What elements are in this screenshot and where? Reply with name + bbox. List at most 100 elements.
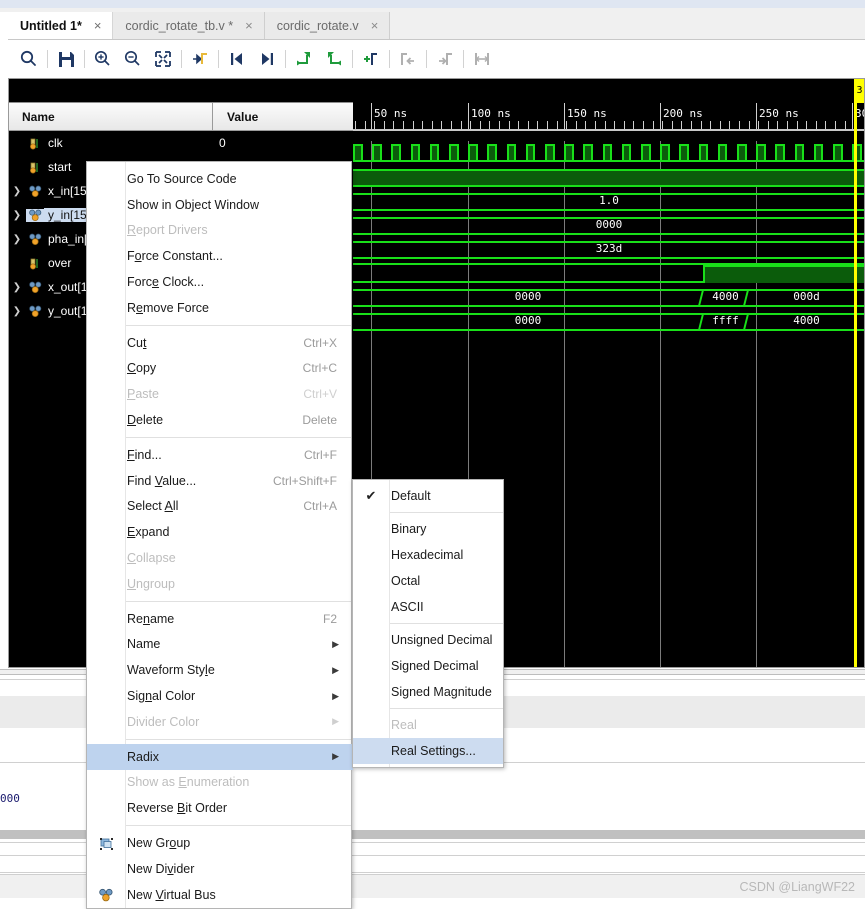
menu-item-show-as-enumeration: Show as Enumeration bbox=[87, 770, 351, 796]
menu-item-show-in-object-window[interactable]: Show in Object Window bbox=[87, 192, 351, 218]
menu-item-label: Select All bbox=[127, 499, 179, 514]
waveform-cursor[interactable] bbox=[854, 103, 857, 668]
save-icon[interactable] bbox=[51, 44, 81, 74]
column-header-value[interactable]: Value bbox=[213, 103, 353, 131]
add-marker-left-icon[interactable] bbox=[289, 44, 319, 74]
menu-item-new-divider[interactable]: New Divider bbox=[87, 856, 351, 882]
menu-item-new-group[interactable]: New Group bbox=[87, 830, 351, 856]
radix-item-octal[interactable]: Octal bbox=[353, 568, 503, 594]
ruler-minor-tick bbox=[710, 121, 711, 129]
radix-item-real-settings[interactable]: Real Settings... bbox=[353, 738, 503, 764]
menu-item-force-constant[interactable]: Force Constant... bbox=[87, 243, 351, 269]
radix-item-signed-magnitude[interactable]: Signed Magnitude bbox=[353, 679, 503, 705]
submenu-separator bbox=[389, 512, 503, 513]
menu-item-remove-force[interactable]: Remove Force bbox=[87, 295, 351, 321]
menu-item-label: Paste bbox=[127, 387, 159, 402]
menu-item-force-clock[interactable]: Force Clock... bbox=[87, 269, 351, 295]
add-marker-icon[interactable] bbox=[356, 44, 386, 74]
ruler-minor-tick bbox=[768, 121, 769, 129]
ruler-minor-tick bbox=[509, 121, 510, 129]
wave-row-x_out: 0000 4000 000d bbox=[353, 286, 865, 310]
menu-item-find-value[interactable]: Find Value... Ctrl+Shift+F bbox=[87, 468, 351, 494]
menu-item-rename[interactable]: Rename F2 bbox=[87, 606, 351, 632]
menu-item-signal-color[interactable]: Signal Color ▶ bbox=[87, 683, 351, 709]
ruler-major-tick bbox=[371, 103, 372, 129]
menu-item-gutter bbox=[87, 795, 125, 821]
menu-item-go-to-source-code[interactable]: Go To Source Code bbox=[87, 166, 351, 192]
lower-left-value: 000 bbox=[0, 792, 20, 805]
add-marker-right-icon[interactable] bbox=[319, 44, 349, 74]
menu-item-name[interactable]: Name ▶ bbox=[87, 632, 351, 658]
tab-close-icon[interactable]: × bbox=[369, 18, 381, 33]
ruler-minor-tick bbox=[758, 121, 759, 129]
bus-value-text: ffff bbox=[712, 314, 739, 327]
ruler-tick-label: 100 ns bbox=[471, 107, 511, 120]
zoom-fit-icon[interactable] bbox=[148, 44, 178, 74]
expand-chevron-icon[interactable]: ❯ bbox=[8, 186, 26, 197]
time-ruler[interactable]: 50 ns100 ns150 ns200 ns250 ns300 bbox=[353, 103, 865, 141]
signal-row-clk[interactable]: clk 0 bbox=[8, 131, 353, 155]
next-edge-icon[interactable] bbox=[430, 44, 460, 74]
expand-chevron-icon[interactable]: ❯ bbox=[8, 282, 26, 293]
ruler-minor-tick bbox=[374, 121, 375, 129]
menu-item-gutter bbox=[87, 657, 125, 683]
menu-item-copy[interactable]: Copy Ctrl+C bbox=[87, 356, 351, 382]
menu-item-cut[interactable]: Cut Ctrl+X bbox=[87, 330, 351, 356]
ruler-minor-tick bbox=[681, 121, 682, 129]
expand-chevron-icon[interactable]: ❯ bbox=[8, 306, 26, 317]
radix-item-unsigned-decimal[interactable]: Unsigned Decimal bbox=[353, 627, 503, 653]
tab-close-icon[interactable]: × bbox=[92, 18, 104, 33]
tab-0[interactable]: Untitled 1* × bbox=[8, 12, 114, 39]
ruler-minor-tick bbox=[441, 121, 442, 129]
menu-item-new-virtual-bus[interactable]: New Virtual Bus bbox=[87, 882, 351, 908]
menu-item-label: Show in Object Window bbox=[127, 197, 260, 212]
radix-item-default[interactable]: ✔ Default bbox=[353, 483, 503, 509]
zoom-out-icon[interactable] bbox=[118, 44, 148, 74]
menu-item-gutter bbox=[87, 192, 125, 218]
previous-transition-icon[interactable] bbox=[222, 44, 252, 74]
radix-submenu[interactable]: ✔ Default Binary Hexadecimal Octal ASCII Unsig… bbox=[352, 479, 504, 768]
signal-context-menu[interactable]: Go To Source Code Show in Object Window Re… bbox=[86, 161, 353, 909]
column-header-name[interactable]: Name bbox=[8, 103, 213, 131]
menu-item-delete[interactable]: Delete Delete bbox=[87, 407, 351, 433]
go-to-time-icon[interactable] bbox=[185, 44, 215, 74]
menu-item-label: Go To Source Code bbox=[127, 171, 237, 186]
menu-item-expand[interactable]: Expand bbox=[87, 519, 351, 545]
tab-2[interactable]: cordic_rotate.v × bbox=[264, 12, 391, 39]
radix-item-binary[interactable]: Binary bbox=[353, 516, 503, 542]
bus-value-text: 000d bbox=[793, 290, 820, 303]
bus-signal-icon bbox=[26, 185, 44, 198]
ruler-minor-tick bbox=[528, 121, 529, 129]
radix-item-signed-decimal[interactable]: Signed Decimal bbox=[353, 653, 503, 679]
expand-chevron-icon[interactable]: ❯ bbox=[8, 210, 26, 221]
menu-item-waveform-style[interactable]: Waveform Style ▶ bbox=[87, 657, 351, 683]
radix-item-label: Real bbox=[391, 718, 417, 732]
radix-item-label: Real Settings... bbox=[391, 744, 476, 758]
search-icon[interactable] bbox=[14, 44, 44, 74]
ruler-minor-tick bbox=[422, 121, 423, 129]
ruler-minor-tick bbox=[605, 121, 606, 129]
tab-close-icon[interactable]: × bbox=[243, 18, 255, 33]
tab-1[interactable]: cordic_rotate_tb.v * × bbox=[113, 12, 265, 39]
measure-icon[interactable] bbox=[467, 44, 497, 74]
menu-item-gutter bbox=[87, 545, 125, 571]
menu-separator bbox=[125, 324, 351, 326]
menu-item-gutter bbox=[87, 683, 125, 709]
next-transition-icon[interactable] bbox=[252, 44, 282, 74]
menu-item-find[interactable]: Find... Ctrl+F bbox=[87, 442, 351, 468]
tab-label: cordic_rotate_tb.v * bbox=[125, 18, 234, 33]
expand-chevron-icon[interactable]: ❯ bbox=[8, 234, 26, 245]
menu-item-shortcut: Delete bbox=[302, 413, 337, 428]
menu-item-shortcut: Ctrl+F bbox=[304, 447, 337, 462]
radix-item-hexadecimal[interactable]: Hexadecimal bbox=[353, 542, 503, 568]
ruler-minor-tick bbox=[825, 121, 826, 129]
ruler-minor-tick bbox=[845, 121, 846, 129]
menu-item-select-all[interactable]: Select All Ctrl+A bbox=[87, 494, 351, 520]
radix-item-ascii[interactable]: ASCII bbox=[353, 594, 503, 620]
ruler-minor-tick bbox=[537, 121, 538, 129]
zoom-in-icon[interactable] bbox=[88, 44, 118, 74]
submenu-separator bbox=[389, 708, 503, 709]
menu-item-radix[interactable]: Radix ▶ bbox=[87, 743, 353, 770]
prev-edge-icon[interactable] bbox=[393, 44, 423, 74]
menu-item-reverse-bit-order[interactable]: Reverse Bit Order bbox=[87, 795, 351, 821]
